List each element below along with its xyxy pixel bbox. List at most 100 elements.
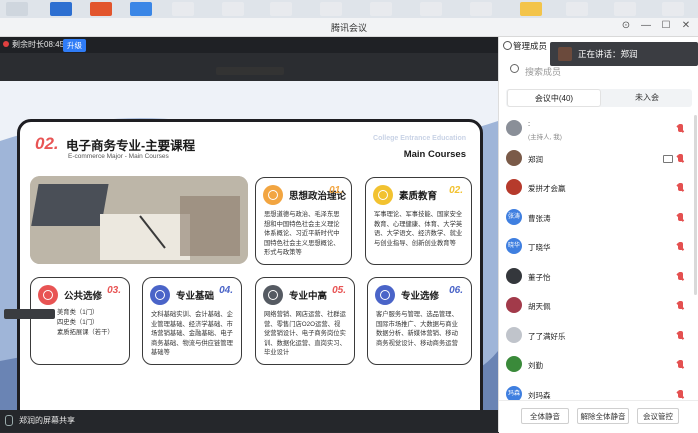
member-row[interactable]: 爱拼才会赢 [499,174,698,204]
speaking-label: 正在讲话：郑润 [578,49,638,59]
member-row[interactable]: : (主持人, 我) [499,115,698,145]
desktop-icon[interactable] [270,2,292,16]
mic-icon [5,415,13,426]
mic-muted-icon[interactable] [678,124,683,132]
member-name: 郑润 [528,154,543,164]
desktop-icon[interactable] [90,2,112,16]
share-notice-bar [216,67,284,75]
course-desc: 思想道德与政治、毛泽东思想和中国特色社会主义理论体系概论、习近平新时代中国特色社… [264,211,340,256]
desktop-icon[interactable] [222,2,244,16]
member-name: 丁晓华 [528,243,551,252]
desktop-icon[interactable] [6,2,28,16]
member-name: 曹张涛 [528,213,551,223]
unmute-all-button[interactable]: 解除全体静音 [577,408,629,424]
mic-muted-icon[interactable] [678,242,683,250]
window-title: 腾讯会议 [330,23,367,33]
member-role: (主持人, 我) [528,134,562,141]
desktop-icon[interactable] [470,2,492,16]
course-card-1: 思想政治理论 01. 思想道德与政治、毛泽东思想和中国特色社会主义理论体系概论、… [255,177,352,265]
search-placeholder: 搜索成员 [525,67,562,77]
mic-muted-icon[interactable] [678,183,683,191]
avatar [506,149,522,166]
gear-icon [263,285,283,305]
target-icon [150,285,170,305]
meeting-control-button[interactable]: 会议管控 [637,408,679,424]
member-scrollbar[interactable] [694,115,697,295]
course-no: 01. [329,185,343,196]
desktop-icon[interactable] [320,2,342,16]
member-name: 刘玛森 [528,390,551,400]
course-desc: 军事理论、军事技能、国家安全教育、心理健康、体育、大学英语、大学语文、经济数学、… [374,211,463,247]
shared-screen: 02. 电子商务专业-主要课程 E-commerce Major - Main … [0,81,498,425]
mute-all-button[interactable]: 全体静音 [521,408,569,424]
desktop-icon[interactable] [520,2,542,16]
course-name: 公共选修 [64,291,103,302]
meeting-stage: 剩余时长08:45 升级 02. 电子商务专业-主要课程 E-commerce … [0,37,498,432]
course-no: 03. [107,285,121,296]
desktop-icon[interactable] [172,2,194,16]
desktop-icon[interactable] [370,2,392,16]
maximize-icon[interactable]: ☐ [660,20,672,32]
mic-muted-icon[interactable] [678,301,683,309]
trophy-icon [375,285,395,305]
member-row[interactable]: 刘勤 [499,351,698,381]
avatar [506,297,522,313]
member-name: 了了满好乐 [528,331,566,341]
tab-in-meeting[interactable]: 会议中(40) [507,89,601,107]
mic-muted-icon[interactable] [678,330,683,339]
mic-muted-icon[interactable] [678,153,683,162]
member-name: 董子怡 [528,272,551,282]
camera-icon[interactable] [663,154,673,163]
tab-not-joined[interactable]: 未入会 [602,89,692,107]
desktop-icon[interactable] [614,2,636,16]
members-panel: 管理成员 搜索成员 会议中(40) 未入会 : (主持人, 我) 郑润 爱拼才会赢 张涛… [498,37,698,433]
mini-speaker-tag [395,83,495,93]
course-name: 专业中高 [289,291,328,302]
desktop-icon[interactable] [50,2,72,16]
course-card-2: 素质教育 02. 军事理论、军事技能、国家安全教育、心理健康、体育、大学英语、大… [365,177,472,265]
slide-subtitle: E-commerce Major - Main Courses [68,153,169,160]
member-row[interactable]: 董子怡 [499,263,698,293]
lightbulb-icon [373,185,393,205]
upgrade-button[interactable]: 升级 [63,39,86,52]
course-desc: 文科基础实训、会计基础、企业管理基础、经济学基础、市场营销基础、金融基础、电子商… [151,311,233,356]
search-icon [510,64,519,73]
slide-main-courses: Main Courses [403,149,466,160]
avatar [506,326,522,343]
desktop-icon[interactable] [130,2,152,16]
desktop-icon[interactable] [662,2,684,16]
member-row[interactable]: 晓华 丁晓华 [499,233,698,263]
avatar: 晓华 [506,238,522,254]
close-icon[interactable]: ✕ [680,20,692,32]
mic-muted-icon[interactable] [678,389,683,398]
mic-muted-icon[interactable] [678,271,683,280]
course-no: 02. [449,185,463,196]
members-icon [503,41,512,50]
desktop-icon[interactable] [566,2,588,16]
minimize-icon[interactable]: — [640,20,652,32]
zoom-control[interactable] [4,309,55,319]
desktop-taskbar [0,0,698,18]
course-no: 05. [332,285,346,296]
slide-card: 02. 电子商务专业-主要课程 E-commerce Major - Main … [17,119,483,425]
desktop-icon[interactable] [420,2,442,16]
member-name: : [528,119,531,128]
remaining-time: 剩余时长08:45 [12,40,65,49]
pin-icon[interactable]: ⊙ [620,20,632,32]
member-row[interactable]: 郑润 [499,145,698,175]
screen-share-label: 郑润的屏幕共享 [19,416,75,425]
slide-number: 02. [35,134,59,153]
lightbulb-icon [38,285,58,305]
member-row[interactable]: 张涛 曹张涛 [499,204,698,234]
member-tabs: 会议中(40) 未入会 [506,89,692,107]
member-row[interactable]: 了了满好乐 [499,322,698,352]
panel-footer: 全体静音 解除全体静音 会议管控 [499,400,698,433]
speaking-popup: 正在讲话：郑润 [550,42,698,66]
member-name: 胡天佩 [528,302,551,311]
course-card-5: 专业中高 05. 网络营销、网店运营、社群运营、零售门店O2O运营、视觉营销设计… [255,277,355,365]
course-no: 04. [219,285,233,296]
member-row[interactable]: 胡天佩 [499,292,698,322]
mic-muted-icon[interactable] [678,360,683,368]
meeting-top-bar: 剩余时长08:45 升级 [0,37,498,53]
mic-muted-icon[interactable] [678,212,683,221]
